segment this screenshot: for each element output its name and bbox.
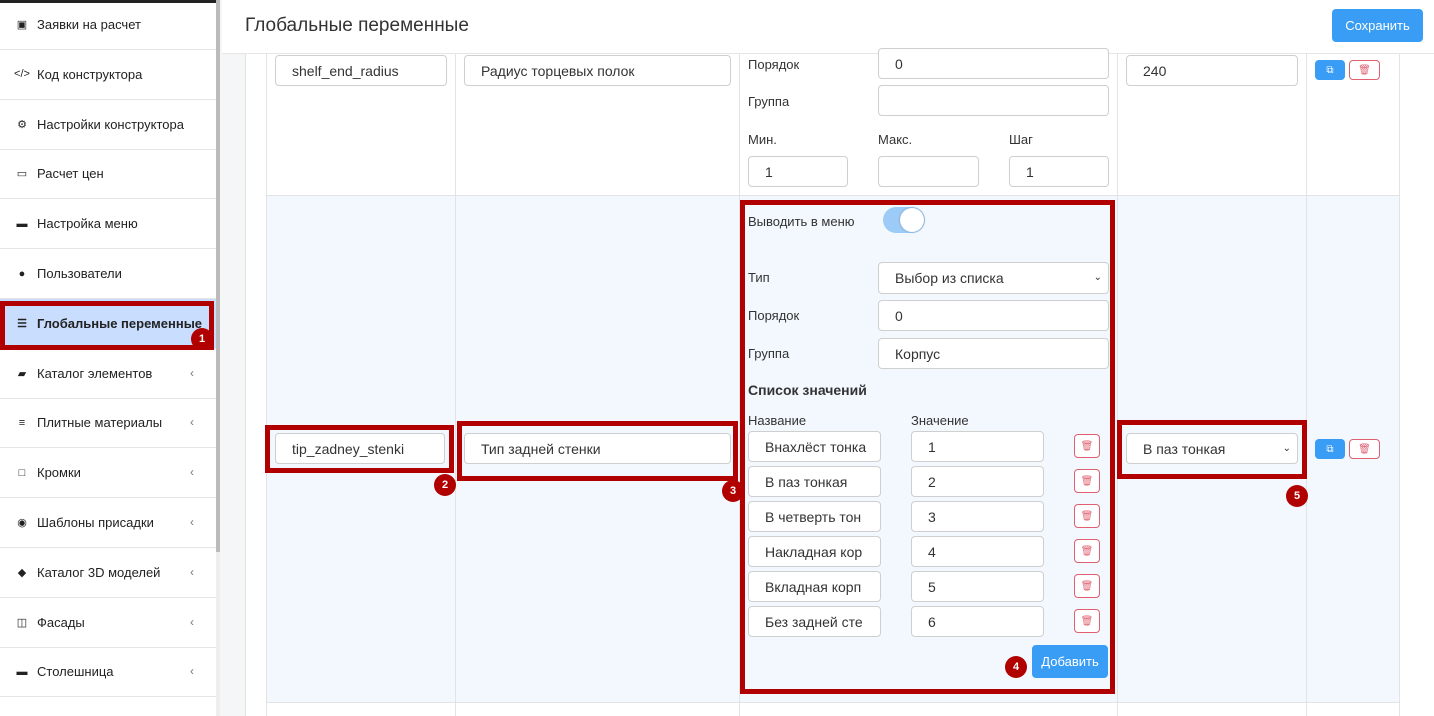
sidebar-item-label: Фасады (37, 614, 85, 630)
user-icon: ● (18, 267, 26, 280)
sidebar-item-label: Заявки на расчет (37, 17, 141, 32)
columns-icon: ◫ (16, 616, 28, 629)
chevron-left-icon: ‹ (190, 515, 194, 529)
table-divider (1117, 54, 1118, 716)
sidebar-item-label: Плитные материалы (37, 415, 163, 431)
annotation-number: 5 (1286, 485, 1308, 507)
annotation-box-2 (265, 425, 454, 473)
sidebar-item-label: Расчет цен (37, 166, 104, 182)
trash-icon[interactable]: 🗑 (1349, 439, 1380, 459)
sidebar-item-label: Настройки конструктора (37, 116, 184, 132)
annotation-number: 1 (191, 328, 213, 350)
copy-icon[interactable]: ⧉ (1315, 439, 1345, 459)
sidebar-item[interactable]: ◉ Шаблоны присадки ‹ (0, 498, 216, 548)
annotation-box-5 (1117, 420, 1307, 479)
step-label: Шаг (1009, 132, 1033, 147)
chevron-left-icon: ‹ (190, 564, 194, 579)
table-divider (455, 54, 456, 716)
gears-icon: ⚙ (17, 118, 27, 131)
circle-dot-icon: ◉ (17, 517, 27, 529)
sidebar-scrollbar[interactable] (216, 0, 220, 552)
sidebar-item[interactable]: ≡ Плитные материалы ‹ (0, 398, 216, 449)
sidebar-item[interactable]: ◆ Каталог 3D моделей ‹ (0, 548, 216, 598)
sidebar-item-label: Каталог 3D моделей (37, 564, 161, 580)
sidebar-item-label: Код конструктора (37, 66, 143, 82)
annotation-box-1 (0, 301, 214, 350)
table-border (266, 54, 267, 716)
cube-icon: ◆ (17, 566, 27, 579)
annotation-box-3 (457, 421, 738, 481)
sidebar-item[interactable]: ⚙ Настройки конструктора (0, 100, 216, 150)
bars-icon: ≡ (18, 416, 26, 429)
annotation-number: 4 (1005, 656, 1027, 678)
sidebar-item-label: Каталог элементов (37, 365, 153, 381)
table-divider (1306, 54, 1307, 716)
copy-icon[interactable]: ⧉ (1315, 60, 1345, 80)
minus-square-icon: ▬ (16, 665, 28, 678)
chevron-left-icon: ‹ (190, 415, 194, 430)
sidebar-item[interactable]: ▰ Каталог элементов ‹ (0, 349, 216, 399)
sidebar-item[interactable]: ▬ Настройка меню (0, 199, 216, 250)
sidebar-item[interactable]: ▭ Расчет цен (0, 149, 216, 200)
group-label: Группа (748, 94, 790, 109)
chevron-left-icon: ‹ (190, 614, 194, 629)
sidebar-item-label: Кромки (37, 465, 81, 481)
table-row-divider (266, 195, 1400, 196)
max-label: Макс. (878, 132, 913, 147)
table-border (1399, 54, 1400, 716)
trash-icon[interactable]: 🗑 (1349, 60, 1380, 80)
clipboard-icon: ▣ (16, 19, 28, 31)
annotation-box-4 (740, 200, 1115, 694)
chevron-left-icon: ‹ (190, 664, 194, 679)
variable-key-input[interactable]: shelf_end_radius (275, 55, 447, 86)
save-button[interactable]: Сохранить (1332, 9, 1423, 42)
variable-name-input[interactable]: Радиус торцевых полок (464, 55, 731, 86)
sidebar-item-label: Пользователи (37, 266, 122, 281)
page-header: Глобальные переменные Сохранить (222, 0, 1434, 54)
sidebar-item[interactable]: ● Пользователи (0, 249, 216, 299)
max-input[interactable] (878, 156, 979, 187)
code-icon: </> (14, 68, 30, 81)
sidebar-item-label: Настройка меню (37, 216, 138, 232)
annotation-number: 3 (722, 480, 744, 502)
square-icon: □ (18, 466, 26, 479)
sidebar-item-label: Столешница (37, 664, 114, 680)
monitor-icon: ▬ (16, 217, 28, 230)
default-value-input[interactable]: 240 (1126, 55, 1298, 86)
group-input[interactable] (878, 85, 1109, 116)
chevron-left-icon: ‹ (190, 365, 194, 380)
sidebar-item[interactable]: □ Кромки ‹ (0, 448, 216, 499)
page-title: Глобальные переменные (245, 15, 469, 36)
sidebar-item[interactable]: </> Код конструктора (0, 50, 216, 100)
min-label: Мин. (748, 132, 777, 147)
sidebar-item[interactable]: ▣ Заявки на расчет (0, 0, 216, 50)
min-input[interactable]: 1 (748, 156, 848, 187)
order-label: Порядок (748, 57, 800, 72)
chevron-left-icon: ‹ (190, 465, 194, 480)
step-input[interactable]: 1 (1009, 156, 1109, 187)
annotation-number: 2 (434, 474, 456, 496)
sidebar-item[interactable]: ▬ Столешница ‹ (0, 647, 216, 698)
order-input[interactable]: 0 (878, 48, 1109, 79)
sidebar-item[interactable]: ◫ Фасады ‹ (0, 598, 216, 648)
book-icon: ▰ (17, 367, 27, 380)
money-icon: ▭ (16, 168, 28, 181)
sidebar-item-label: Шаблоны присадки (37, 515, 154, 530)
table-row-divider (266, 702, 1400, 703)
